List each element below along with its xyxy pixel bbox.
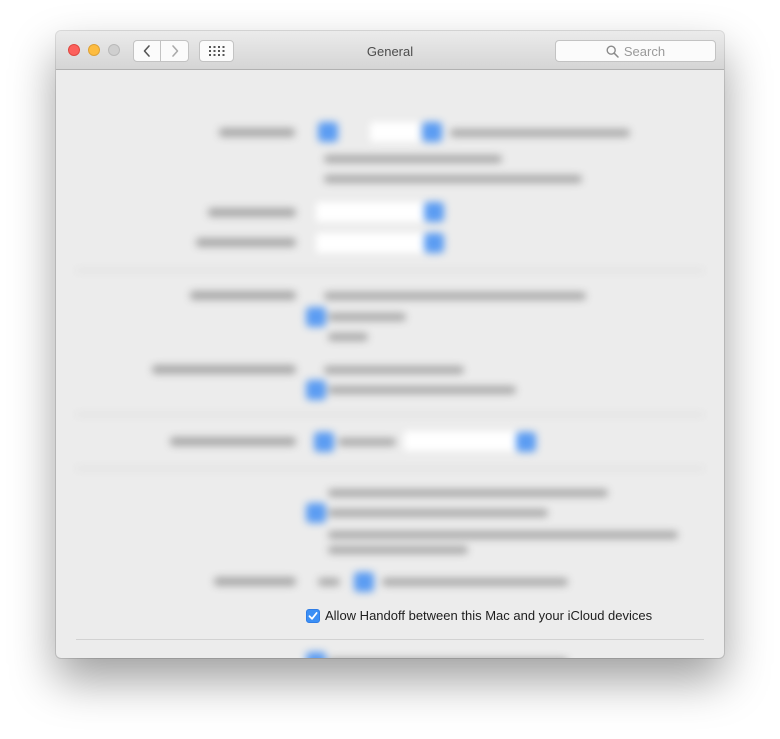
handoff-checkbox[interactable] <box>306 608 320 623</box>
blurred-footer-option <box>56 640 656 658</box>
general-settings-content: Allow Handoff between this Mac and your … <box>56 70 724 658</box>
search-placeholder: Search <box>623 43 666 59</box>
handoff-checkbox-row[interactable]: Allow Handoff between this Mac and your … <box>306 608 652 623</box>
search-icon <box>606 44 619 58</box>
blurred-settings-area <box>56 70 724 600</box>
checkmark-icon <box>308 611 318 620</box>
title-bar: General Search <box>56 31 724 70</box>
search-field[interactable]: Search <box>555 40 716 62</box>
preferences-window: General Search Allow Handoff between thi… <box>56 31 724 658</box>
handoff-label: Allow Handoff between this Mac and your … <box>325 608 653 623</box>
